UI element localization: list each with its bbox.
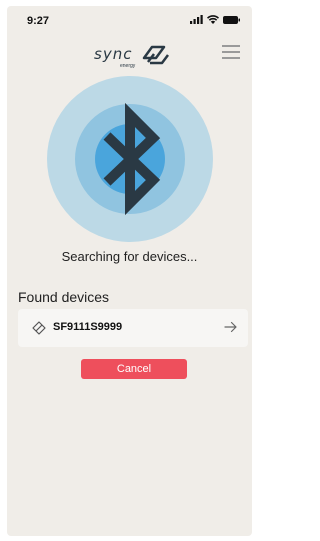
hamburger-menu-icon: [222, 45, 240, 47]
app-screen: 9:27 sync energy Searching for devices..…: [7, 6, 252, 536]
bluetooth-search-animation: [47, 76, 213, 242]
search-status-text: Searching for devices...: [61, 249, 198, 264]
app-header: sync energy: [7, 38, 252, 72]
battery-icon: [223, 15, 240, 24]
found-devices-title: Found devices: [18, 289, 110, 305]
cellular-signal-icon: [190, 15, 203, 24]
cancel-button[interactable]: Cancel: [81, 359, 187, 379]
arrow-right-icon: [224, 321, 237, 333]
device-tag-icon: [32, 321, 46, 335]
menu-button[interactable]: [222, 45, 240, 61]
status-bar: 9:27: [7, 6, 252, 36]
device-list-item[interactable]: SF9111S9999: [18, 309, 248, 347]
sync-energy-logo: sync energy: [94, 45, 169, 69]
status-icons: [190, 15, 240, 24]
logo-text: sync: [94, 45, 132, 63]
wifi-icon: [207, 15, 219, 24]
device-name: SF9111S9999: [53, 321, 123, 333]
status-time: 9:27: [27, 15, 50, 27]
logo-subtext: energy: [120, 63, 136, 69]
